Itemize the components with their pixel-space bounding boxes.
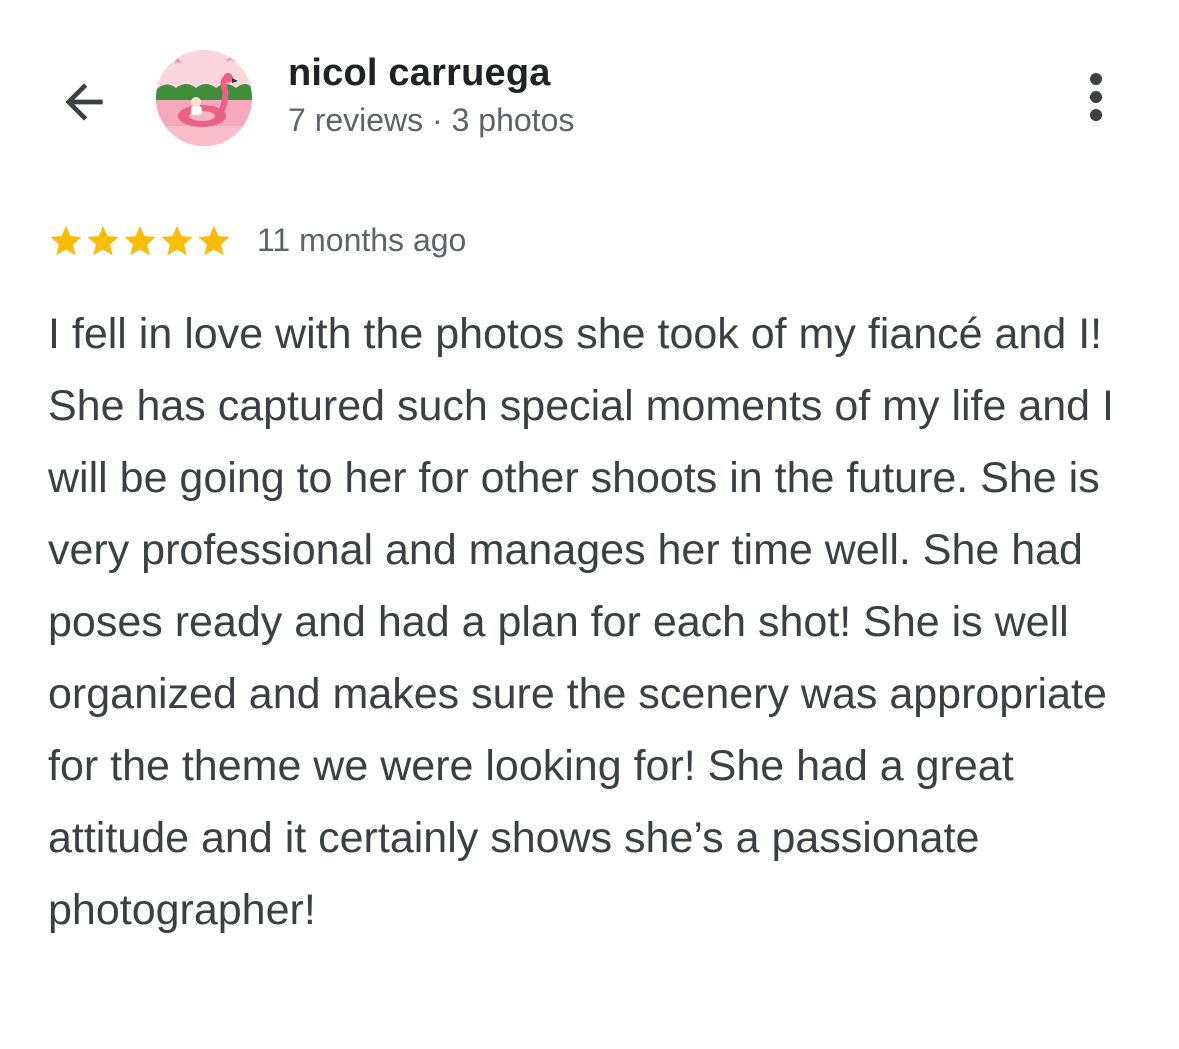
reviewer-name[interactable]: nicol carruega <box>288 52 551 95</box>
reviewer-stats: 7 reviews · 3 photos <box>288 102 575 138</box>
star-rating <box>48 222 233 258</box>
star-icon <box>198 225 230 256</box>
rating-row: 11 months ago <box>48 215 466 265</box>
star-icon <box>161 225 193 256</box>
flamingo-avatar-image <box>156 50 252 146</box>
review-timestamp: 11 months ago <box>257 221 467 258</box>
reviewer-avatar[interactable] <box>156 50 252 146</box>
star-icon <box>87 225 119 256</box>
arrow-back-icon <box>65 83 103 121</box>
more-vertical-icon <box>1090 73 1102 121</box>
review-header: nicol carruega 7 reviews · 3 photos <box>0 0 1179 190</box>
star-icon <box>124 225 156 256</box>
back-button[interactable] <box>48 66 120 138</box>
review-text: I fell in love with the photos she took … <box>48 310 1114 934</box>
more-options-button[interactable] <box>1068 64 1124 130</box>
star-icon <box>50 225 82 256</box>
